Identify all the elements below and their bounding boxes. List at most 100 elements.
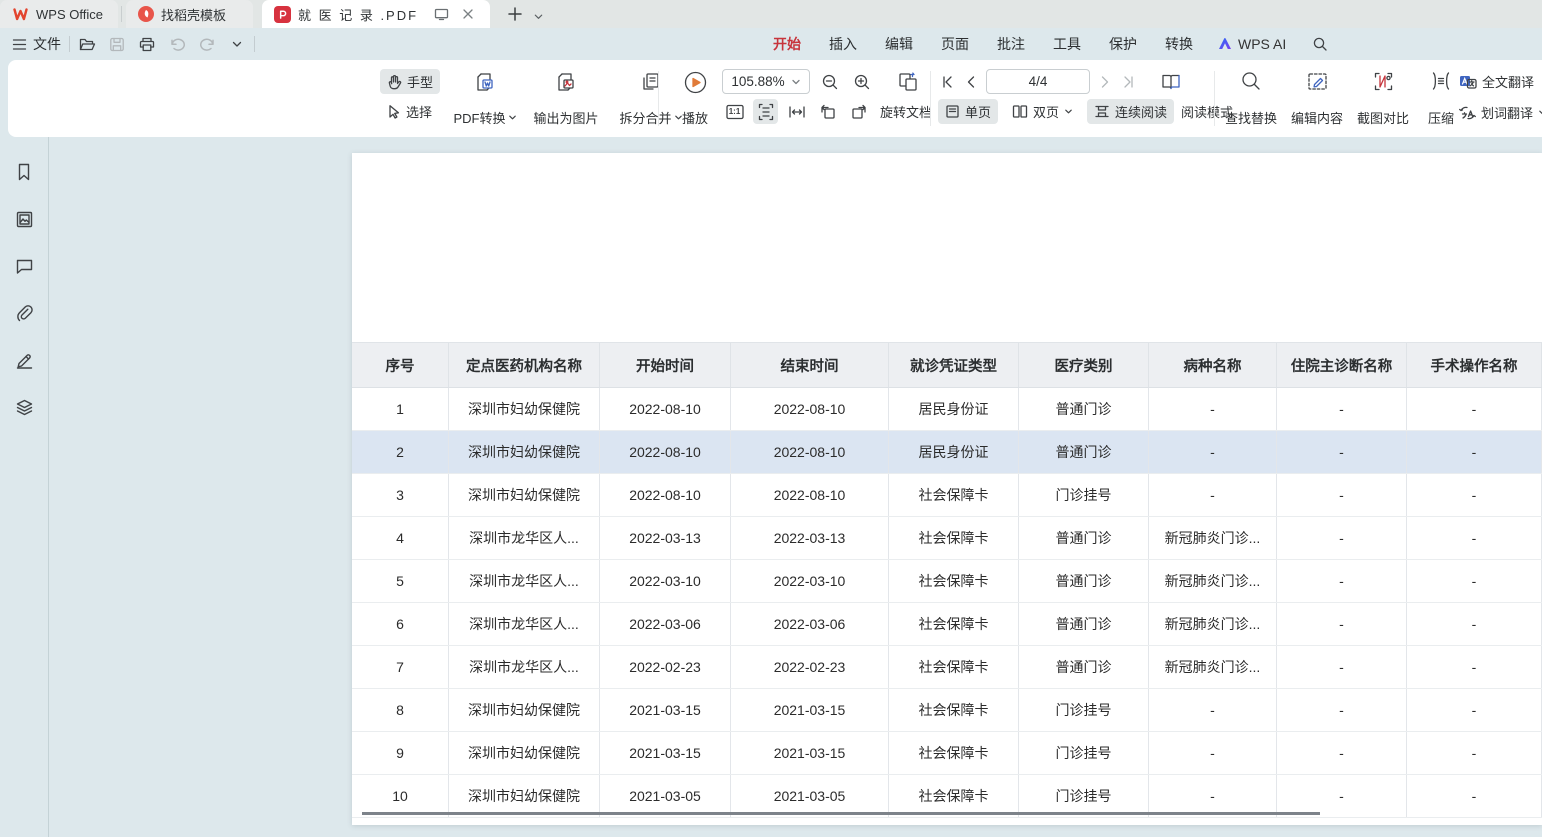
thumbnails-panel-icon[interactable] <box>11 206 37 232</box>
word-translate-label: 划词翻译 <box>1481 103 1533 122</box>
table-row[interactable]: 9深圳市妇幼保健院2021-03-152021-03-15社会保障卡门诊挂号--… <box>352 732 1542 775</box>
table-row[interactable]: 8深圳市妇幼保健院2021-03-152021-03-15社会保障卡门诊挂号--… <box>352 689 1542 732</box>
redo-icon[interactable] <box>198 35 216 53</box>
zoom-in-icon[interactable] <box>849 69 874 94</box>
word-translate-button[interactable]: 划词翻译 <box>1456 100 1542 125</box>
menu-item-edit[interactable]: 编辑 <box>871 30 927 58</box>
table-cell: - <box>1407 388 1542 430</box>
single-page-icon <box>945 104 960 119</box>
page-indicator-input[interactable]: 4/4 <box>986 69 1090 94</box>
file-menu-button[interactable]: 文件 <box>12 34 61 54</box>
tab-wps-office[interactable]: WPS Office <box>0 0 118 28</box>
split-merge-label: 拆分合并 <box>619 108 671 127</box>
full-translate-button[interactable]: 全文翻译 <box>1456 69 1542 94</box>
table-cell: 2022-08-10 <box>600 388 731 430</box>
hand-tool-button[interactable]: 手型 <box>380 69 440 94</box>
print-icon[interactable] <box>138 35 156 53</box>
table-cell: 2022-08-10 <box>600 474 731 516</box>
table-cell: - <box>1277 560 1407 602</box>
bookmarks-panel-icon[interactable] <box>11 159 37 185</box>
menu-search-icon[interactable] <box>1312 36 1328 52</box>
table-row[interactable]: 1深圳市妇幼保健院2022-08-102022-08-10居民身份证普通门诊--… <box>352 388 1542 431</box>
table-cell: 深圳市妇幼保健院 <box>449 431 600 473</box>
chevron-down-icon <box>791 77 801 87</box>
table-row[interactable]: 4深圳市龙华区人...2022-03-132022-03-13社会保障卡普通门诊… <box>352 517 1542 560</box>
table-cell: - <box>1149 732 1277 774</box>
menu-item-insert[interactable]: 插入 <box>815 30 871 58</box>
menu-item-page[interactable]: 页面 <box>927 30 983 58</box>
divider <box>69 36 70 52</box>
play-button[interactable]: 播放 <box>672 68 718 129</box>
table-row[interactable]: 2深圳市妇幼保健院2022-08-102022-08-10居民身份证普通门诊--… <box>352 431 1542 474</box>
double-page-button[interactable]: 双页 <box>1005 99 1080 124</box>
first-page-icon[interactable] <box>938 69 956 94</box>
menu-item-protect[interactable]: 保护 <box>1095 30 1151 58</box>
table-cell: 社会保障卡 <box>889 689 1019 731</box>
signature-panel-icon[interactable] <box>11 347 37 373</box>
new-tab-icon[interactable] <box>505 4 525 24</box>
menu-item-wps-ai[interactable]: WPS AI <box>1207 32 1296 56</box>
table-row[interactable]: 6深圳市龙华区人...2022-03-062022-03-06社会保障卡普通门诊… <box>352 603 1542 646</box>
pdf-convert-button[interactable]: PDF转换 <box>448 68 522 129</box>
tab-separator <box>121 6 122 22</box>
next-page-icon[interactable] <box>1096 69 1114 94</box>
table-cell: 2 <box>352 431 449 473</box>
present-to-screen-icon[interactable] <box>431 4 451 24</box>
fit-page-icon[interactable] <box>753 99 778 124</box>
column-header: 手术操作名称 <box>1407 343 1542 387</box>
table-row[interactable]: 7深圳市龙华区人...2022-02-232022-02-23社会保障卡普通门诊… <box>352 646 1542 689</box>
document-workspace: 序号定点医药机构名称开始时间结束时间就诊凭证类型医疗类别病种名称住院主诊断名称手… <box>0 137 1542 837</box>
table-cell: 2022-08-10 <box>731 474 889 516</box>
screenshot-compare-button[interactable]: 截图对比 <box>1352 68 1414 129</box>
full-translate-icon <box>1459 74 1477 90</box>
continuous-read-button[interactable]: 连续阅读 <box>1087 99 1174 124</box>
export-image-button[interactable]: 输出为图片 <box>526 68 606 129</box>
table-cell: - <box>1407 603 1542 645</box>
ribbon-divider <box>658 71 659 126</box>
zoom-level-select[interactable]: 105.88% <box>722 69 810 94</box>
table-cell: 普通门诊 <box>1019 431 1149 473</box>
previous-page-icon[interactable] <box>962 69 980 94</box>
full-translate-label: 全文翻译 <box>1482 72 1534 91</box>
undo-icon[interactable] <box>168 35 186 53</box>
single-page-button[interactable]: 单页 <box>938 99 998 124</box>
zoom-out-icon[interactable] <box>817 69 842 94</box>
find-replace-button[interactable]: 查找替换 <box>1220 68 1282 129</box>
menu-item-convert[interactable]: 转换 <box>1151 30 1207 58</box>
column-header: 序号 <box>352 343 449 387</box>
last-page-icon[interactable] <box>1120 69 1138 94</box>
table-row[interactable]: 5深圳市龙华区人...2022-03-102022-03-10社会保障卡普通门诊… <box>352 560 1542 603</box>
table-cell: 社会保障卡 <box>889 775 1019 817</box>
layers-panel-icon[interactable] <box>11 394 37 420</box>
edit-content-button[interactable]: 编辑内容 <box>1286 68 1348 129</box>
tab-list-chevron-icon[interactable] <box>528 6 548 26</box>
table-cell: - <box>1407 517 1542 559</box>
rotate-pages-icon[interactable] <box>895 69 920 94</box>
menu-item-tools[interactable]: 工具 <box>1039 30 1095 58</box>
tab-template[interactable]: 找稻壳模板 <box>126 0 253 28</box>
attachments-panel-icon[interactable] <box>11 300 37 326</box>
ribbon-divider <box>930 71 931 126</box>
double-page-icon <box>1012 104 1028 119</box>
pdf-convert-label: PDF转换 <box>453 108 505 127</box>
table-cell: - <box>1277 689 1407 731</box>
fit-width-icon[interactable] <box>784 99 809 124</box>
menu-item-comment[interactable]: 批注 <box>983 30 1039 58</box>
table-row[interactable]: 3深圳市妇幼保健院2022-08-102022-08-10社会保障卡门诊挂号--… <box>352 474 1542 517</box>
table-cell: 普通门诊 <box>1019 517 1149 559</box>
close-tab-icon[interactable] <box>458 4 478 24</box>
table-cell: - <box>1149 474 1277 516</box>
save-icon[interactable] <box>108 35 126 53</box>
table-cell: 2022-02-23 <box>600 646 731 688</box>
comments-panel-icon[interactable] <box>11 253 37 279</box>
menu-item-home[interactable]: 开始 <box>759 30 815 58</box>
rotate-left-icon[interactable] <box>815 99 840 124</box>
table-bottom-border <box>362 812 1320 815</box>
select-tool-button[interactable]: 选择 <box>380 99 440 124</box>
tab-document-active[interactable]: 就 医 记 录 .PDF <box>262 0 490 28</box>
rotate-document-button[interactable]: 旋转文档 <box>880 102 932 121</box>
quick-access-chevron-icon[interactable] <box>228 35 246 53</box>
open-file-icon[interactable] <box>78 35 96 53</box>
rotate-right-icon[interactable] <box>846 99 871 124</box>
actual-size-icon[interactable]: 1:1 <box>722 99 747 124</box>
